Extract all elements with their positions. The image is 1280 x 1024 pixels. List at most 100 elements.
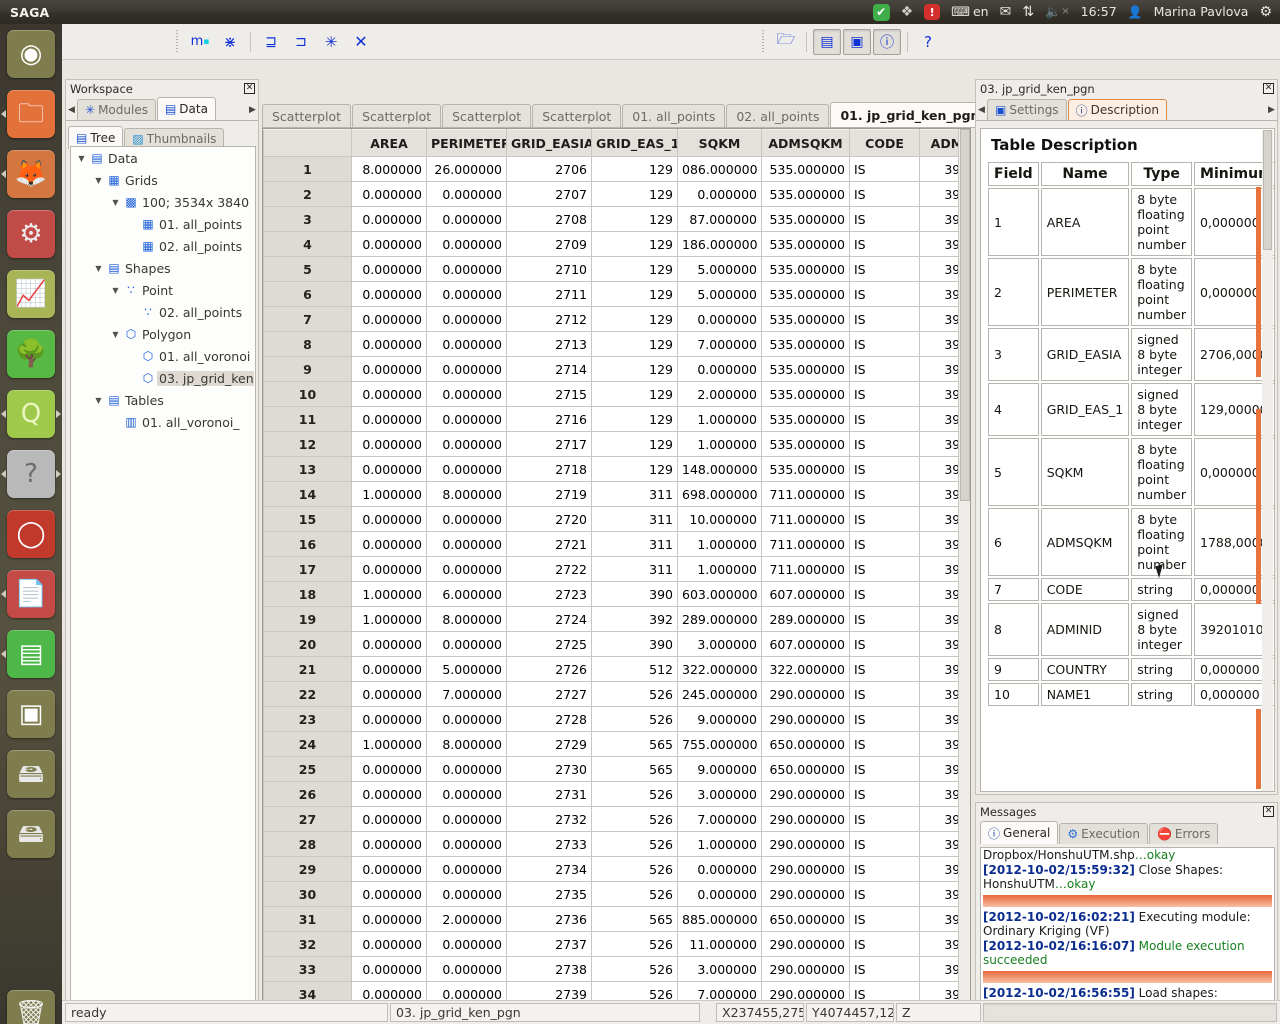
table-cell[interactable]: 322.000000 <box>762 657 850 682</box>
table-cell[interactable]: 2731 <box>507 782 592 807</box>
table-cell[interactable]: 392 <box>592 607 678 632</box>
column-header-admsqkm[interactable]: ADMSQKM <box>762 130 850 157</box>
tree-item-03-jp-grid-ken[interactable]: ⬡03. jp_grid_ken <box>71 367 255 389</box>
table-cell[interactable]: 7.000000 <box>678 332 762 357</box>
tree-expander-icon[interactable]: ▼ <box>109 330 122 339</box>
show-messages-button[interactable]: ⓘ <box>873 29 901 55</box>
table-cell[interactable]: 0.000000 <box>678 882 762 907</box>
system-settings-icon[interactable]: ⚙ <box>7 210 55 258</box>
row-header-cell[interactable]: 10 <box>264 382 352 407</box>
row-header-cell[interactable]: 3 <box>264 207 352 232</box>
table-cell[interactable]: 607.000000 <box>762 632 850 657</box>
tree-item-01-all-points[interactable]: ▦01. all_points <box>71 213 255 235</box>
table-cell[interactable]: 9.000000 <box>678 707 762 732</box>
table-cell[interactable]: 0.000000 <box>427 882 507 907</box>
table-cell[interactable]: 290.000000 <box>762 807 850 832</box>
table-cell[interactable]: 535.000000 <box>762 457 850 482</box>
table-row[interactable]: 250.0000000.00000027305659.000000650.000… <box>264 757 972 782</box>
table-cell[interactable]: 711.000000 <box>762 557 850 582</box>
tree-expander-icon[interactable]: ▼ <box>109 286 122 295</box>
table-row[interactable]: 320.0000000.000000273752611.000000290.00… <box>264 932 972 957</box>
finance-app-icon[interactable]: 📈 <box>7 270 55 318</box>
row-header-cell[interactable]: 31 <box>264 907 352 932</box>
table-cell[interactable]: 0.000000 <box>352 932 427 957</box>
table-cell[interactable]: 0.000000 <box>427 932 507 957</box>
table-cell[interactable]: 0.000000 <box>352 457 427 482</box>
table-row[interactable]: 220.0000007.0000002727526245.000000290.0… <box>264 682 972 707</box>
libreoffice-calc-icon[interactable]: ▤ <box>7 630 55 678</box>
tree-item-100-3534x-3840[interactable]: ▼▩100; 3534x 3840 <box>71 191 255 213</box>
tree-item-01-all-voronoi[interactable]: ▥01. all_voronoi_ <box>71 411 255 433</box>
table-cell[interactable]: IS <box>850 657 920 682</box>
tab-settings[interactable]: ▣ Settings <box>987 99 1067 120</box>
tree-item-data[interactable]: ▼▤Data <box>71 147 255 169</box>
table-cell[interactable]: 1.000000 <box>678 432 762 457</box>
tab-scatterplot-1[interactable]: Scatterplot <box>262 104 351 127</box>
table-row[interactable]: 300.0000000.00000027355260.000000290.000… <box>264 882 972 907</box>
row-header-cell[interactable]: 7 <box>264 307 352 332</box>
table-cell[interactable]: 5.000000 <box>678 257 762 282</box>
column-header-perimeter[interactable]: PERIMETER <box>427 130 507 157</box>
table-cell[interactable]: IS <box>850 257 920 282</box>
table-cell[interactable]: 603.000000 <box>678 582 762 607</box>
table-cell[interactable]: IS <box>850 907 920 932</box>
row-header-cell[interactable]: 27 <box>264 807 352 832</box>
tree-expander-icon[interactable]: ▼ <box>109 198 122 207</box>
row-header-cell[interactable]: 32 <box>264 932 352 957</box>
table-cell[interactable]: 0.000000 <box>427 807 507 832</box>
tab-01-jp-grid-ken-pgn[interactable]: 01. jp_grid_ken_pgn <box>830 102 989 127</box>
table-cell[interactable]: 26.000000 <box>427 157 507 182</box>
row-header-cell[interactable]: 30 <box>264 882 352 907</box>
table-cell[interactable]: 8.000000 <box>427 732 507 757</box>
table-cell[interactable]: 290.000000 <box>762 782 850 807</box>
table-cell[interactable]: 0.000000 <box>678 357 762 382</box>
table-row[interactable]: 141.0000008.0000002719311698.000000711.0… <box>264 482 972 507</box>
gis-tree-app-icon[interactable]: 🌳 <box>7 330 55 378</box>
table-cell[interactable]: 0.000000 <box>427 457 507 482</box>
table-cell[interactable]: 129 <box>592 332 678 357</box>
table-cell[interactable]: 535.000000 <box>762 182 850 207</box>
table-cell[interactable]: 535.000000 <box>762 307 850 332</box>
table-cell[interactable]: 129 <box>592 307 678 332</box>
table-cell[interactable]: IS <box>850 832 920 857</box>
table-cell[interactable]: 698.000000 <box>678 482 762 507</box>
table-cell[interactable]: IS <box>850 382 920 407</box>
table-cell[interactable]: 2728 <box>507 707 592 732</box>
delete-record-button[interactable]: ✳ <box>317 29 345 55</box>
table-cell[interactable]: IS <box>850 807 920 832</box>
row-header-cell[interactable]: 21 <box>264 657 352 682</box>
table-cell[interactable]: 311 <box>592 507 678 532</box>
table-cell[interactable]: 0.000000 <box>352 532 427 557</box>
tab-data[interactable]: ▤ Data <box>157 97 216 120</box>
row-header-cell[interactable]: 9 <box>264 357 352 382</box>
table-cell[interactable]: 0.000000 <box>352 257 427 282</box>
table-cell[interactable]: 5.000000 <box>678 282 762 307</box>
table-cell[interactable]: 512 <box>592 657 678 682</box>
table-cell[interactable]: 650.000000 <box>762 732 850 757</box>
row-header-cell[interactable]: 23 <box>264 707 352 732</box>
row-header-cell[interactable]: 26 <box>264 782 352 807</box>
table-cell[interactable]: 390 <box>592 632 678 657</box>
table-cell[interactable]: 0.000000 <box>427 382 507 407</box>
table-cell[interactable]: IS <box>850 182 920 207</box>
ubuntu-dash-icon[interactable]: ◉ <box>7 30 55 78</box>
column-header-grid_easia[interactable]: GRID_EASIA <box>507 130 592 157</box>
table-cell[interactable]: 535.000000 <box>762 357 850 382</box>
table-cell[interactable]: 711.000000 <box>762 507 850 532</box>
tree-item-01-all-voronoi[interactable]: ⬡01. all_voronoi <box>71 345 255 367</box>
table-cell[interactable]: 526 <box>592 932 678 957</box>
table-cell[interactable]: IS <box>850 607 920 632</box>
table-row[interactable]: 280.0000000.00000027335261.000000290.000… <box>264 832 972 857</box>
table-cell[interactable]: 3.000000 <box>678 957 762 982</box>
table-cell[interactable]: 2736 <box>507 907 592 932</box>
table-cell[interactable]: 0.000000 <box>427 832 507 857</box>
user-name[interactable]: Marina Pavlova <box>1154 6 1249 19</box>
table-cell[interactable]: 565 <box>592 732 678 757</box>
table-cell[interactable]: 526 <box>592 807 678 832</box>
table-cell[interactable]: IS <box>850 557 920 582</box>
table-cell[interactable]: 129 <box>592 407 678 432</box>
disk-drive-icon[interactable]: 🖴 <box>7 750 55 798</box>
table-cell[interactable]: 2717 <box>507 432 592 457</box>
table-cell[interactable]: 535.000000 <box>762 207 850 232</box>
table-cell[interactable]: 0.000000 <box>427 532 507 557</box>
